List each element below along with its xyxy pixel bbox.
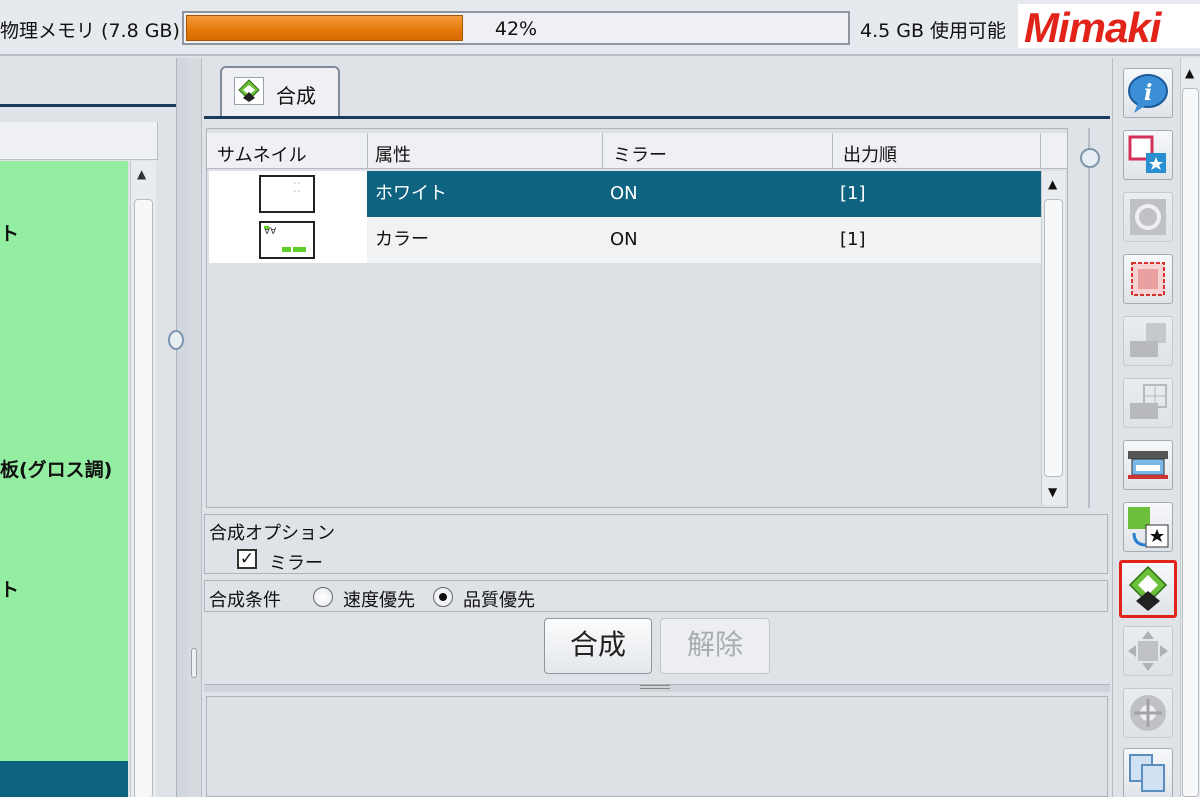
left-panel: ト 板(グロス調) ト ▲: [0, 58, 188, 797]
compose-button[interactable]: 合成: [544, 618, 652, 674]
compose-icon: [234, 77, 264, 105]
thumbnail-cell: [209, 171, 367, 217]
left-list-item[interactable]: ト: [0, 575, 19, 602]
scroll-down-arrow-icon[interactable]: ▼: [1048, 485, 1057, 499]
speed-priority-label[interactable]: 速度優先: [343, 586, 415, 612]
left-list-selected-item[interactable]: [0, 761, 128, 797]
thumbnail-color: ∀∀: [259, 221, 315, 259]
cell-order: [1]: [832, 171, 1041, 217]
column-separator: [367, 133, 368, 169]
left-list-header: [0, 122, 158, 160]
thumbnail-cell: ∀∀: [209, 217, 367, 263]
mirror-checkbox[interactable]: ✓: [237, 549, 257, 569]
quality-priority-label[interactable]: 品質優先: [463, 586, 535, 612]
left-list-item[interactable]: ト: [0, 219, 19, 246]
table-scrollbar-thumb[interactable]: [1044, 199, 1063, 477]
thumbnail-white: [259, 175, 315, 213]
column-separator: [832, 133, 833, 169]
memory-available: 4.5 GB 使用可能: [860, 20, 1007, 42]
memory-progress-bar: 42%: [182, 11, 850, 45]
speed-priority-radio[interactable]: [313, 587, 333, 607]
left-list-item[interactable]: 板(グロス調): [0, 455, 112, 482]
left-list: ト 板(グロス調) ト: [0, 161, 128, 797]
column-header-order[interactable]: 出力順: [843, 141, 897, 167]
right-scrollbar[interactable]: ▲: [1180, 58, 1200, 797]
cell-order: [1]: [832, 217, 1041, 263]
svg-text:i: i: [1144, 80, 1152, 106]
bottom-panel: [206, 696, 1108, 797]
mimaki-logo: Mimaki: [1018, 4, 1200, 48]
column-header-attribute[interactable]: 属性: [375, 141, 411, 167]
compose-icon[interactable]: [1119, 560, 1177, 618]
quality-priority-radio[interactable]: [433, 587, 453, 607]
tab-label: 合成: [276, 84, 316, 108]
compose-options-title: 合成オプション: [209, 523, 335, 544]
layer-table: サムネイル 属性 ミラー 出力順 ホワイト ON [1] ∀∀ カラー ON […: [206, 128, 1068, 508]
left-panel-edge: [176, 58, 188, 797]
move-icon[interactable]: [1123, 626, 1173, 676]
column-separator: [602, 133, 603, 169]
cell-attribute: ホワイト: [367, 171, 602, 217]
layout-icon[interactable]: [1123, 130, 1173, 180]
splitter-grip[interactable]: [191, 648, 197, 678]
copy-icon[interactable]: [1123, 748, 1173, 797]
memory-percent: 42%: [494, 18, 538, 40]
print-setting-icon[interactable]: [1123, 316, 1173, 366]
panel-splitter[interactable]: [188, 58, 202, 797]
compose-options-group: 合成オプション ✓ ミラー: [204, 514, 1108, 574]
rotate-icon[interactable]: [1123, 688, 1173, 738]
left-panel-divider: [0, 104, 184, 107]
right-toolbar: i: [1112, 58, 1178, 797]
logo-text: Mimaki: [1024, 4, 1161, 48]
column-separator: [1040, 133, 1041, 169]
tile-icon[interactable]: [1123, 378, 1173, 428]
memory-label: 物理メモリ (7.8 GB): [0, 20, 180, 42]
side-slider-track: [1088, 128, 1090, 508]
table-row[interactable]: ∀∀ カラー ON [1]: [209, 217, 1041, 263]
table-header: サムネイル 属性 ミラー 出力順: [207, 133, 1067, 169]
printer-icon[interactable]: [1123, 440, 1173, 490]
table-row[interactable]: ホワイト ON [1]: [209, 171, 1041, 217]
scroll-up-arrow-icon[interactable]: ▲: [137, 167, 146, 181]
quality-icon[interactable]: [1123, 192, 1173, 242]
left-scrollbar[interactable]: ▲: [130, 161, 156, 797]
compose-conditions-group: 合成条件 速度優先 品質優先: [204, 580, 1108, 612]
column-header-mirror[interactable]: ミラー: [613, 141, 667, 167]
cell-mirror: ON: [602, 171, 832, 217]
cell-attribute: カラー: [367, 217, 602, 263]
table-scrollbar[interactable]: ▲ ▼: [1041, 171, 1065, 505]
replace-icon[interactable]: [1123, 502, 1173, 552]
side-slider-knob[interactable]: [1080, 148, 1100, 168]
crop-icon[interactable]: [1123, 254, 1173, 304]
scroll-up-arrow-icon[interactable]: ▲: [1185, 66, 1194, 80]
mirror-checkbox-label[interactable]: ミラー: [269, 549, 323, 575]
cell-mirror: ON: [602, 217, 832, 263]
column-header-thumbnail[interactable]: サムネイル: [217, 141, 307, 167]
left-scrollbar-thumb[interactable]: [134, 199, 153, 797]
release-button[interactable]: 解除: [660, 618, 770, 674]
right-scrollbar-thumb[interactable]: [1182, 88, 1199, 797]
top-bar: 物理メモリ (7.8 GB) 42% 4.5 GB 使用可能 Mimaki: [0, 0, 1200, 56]
tab-underline: [204, 116, 1110, 119]
compose-conditions-label: 合成条件: [209, 590, 281, 611]
tab-compose[interactable]: 合成: [220, 66, 340, 116]
bottom-splitter-grip[interactable]: [640, 685, 670, 689]
collapse-knob[interactable]: [168, 330, 184, 350]
scroll-up-arrow-icon[interactable]: ▲: [1048, 177, 1057, 191]
info-icon[interactable]: i: [1123, 68, 1173, 118]
